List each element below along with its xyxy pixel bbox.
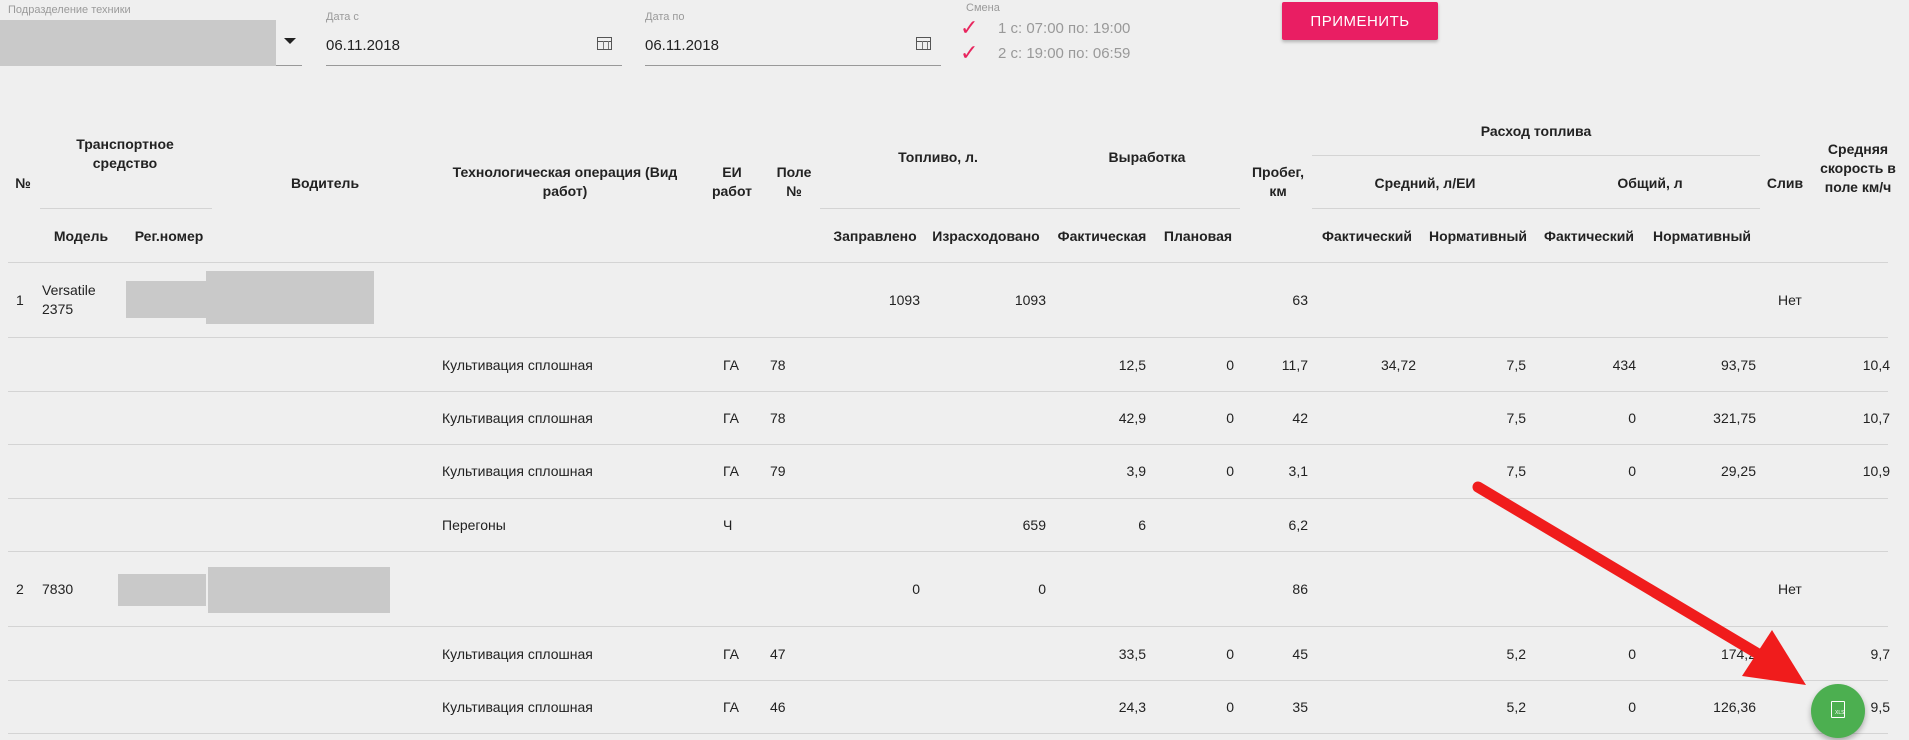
export-xls-button[interactable] bbox=[1811, 684, 1865, 738]
annotation-arrow bbox=[1472, 481, 1806, 685]
xls-file-icon bbox=[1831, 701, 1845, 718]
